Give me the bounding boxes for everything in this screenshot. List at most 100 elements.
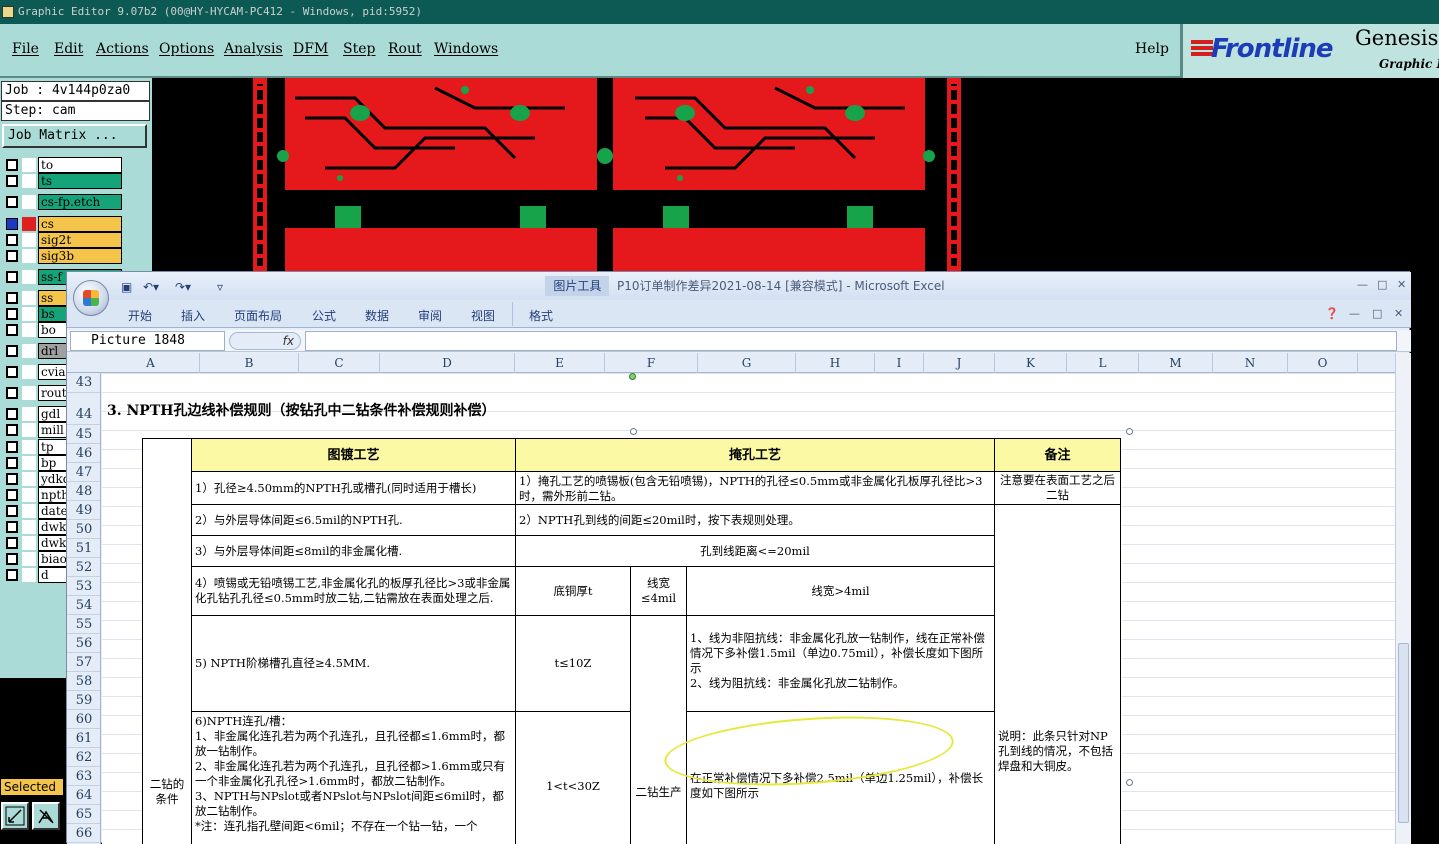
menu-file[interactable]: File xyxy=(12,41,39,57)
tab-page-layout[interactable]: 页面布局 xyxy=(234,307,282,324)
layer-checkbox[interactable] xyxy=(6,271,18,283)
ribbon-minimize-icon[interactable]: — xyxy=(1349,307,1360,320)
column-header[interactable]: N xyxy=(1213,353,1288,373)
row-header[interactable]: 62 xyxy=(67,748,100,767)
column-header[interactable]: C xyxy=(299,353,380,373)
office-button[interactable] xyxy=(73,280,109,316)
row-header[interactable]: 63 xyxy=(67,767,100,786)
layer-checkbox[interactable] xyxy=(6,441,18,453)
layer-affected-icon[interactable] xyxy=(22,568,36,582)
column-header[interactable]: D xyxy=(380,353,515,373)
column-header[interactable]: H xyxy=(796,353,875,373)
column-header[interactable]: J xyxy=(924,353,995,373)
menu-rout[interactable]: Rout xyxy=(388,41,422,57)
layer-checkbox[interactable] xyxy=(6,553,18,565)
layer-affected-icon[interactable] xyxy=(22,323,36,337)
row-header[interactable]: 44 xyxy=(67,393,100,425)
layer-checkbox[interactable] xyxy=(6,457,18,469)
column-header[interactable]: L xyxy=(1067,353,1139,373)
layer-affected-icon[interactable] xyxy=(22,440,36,454)
layer-affected-icon[interactable] xyxy=(22,423,36,437)
layer-affected-icon[interactable] xyxy=(22,344,36,358)
layer-affected-icon[interactable] xyxy=(22,195,36,209)
layer-affected-icon[interactable] xyxy=(22,365,36,379)
resize-handle-right[interactable] xyxy=(1126,779,1133,786)
layer-affected-icon[interactable] xyxy=(22,174,36,188)
row-header[interactable]: 46 xyxy=(67,444,100,463)
layer-checkbox[interactable] xyxy=(6,387,18,399)
formula-input[interactable] xyxy=(305,331,1397,351)
rotate-handle[interactable] xyxy=(629,373,636,380)
row-header[interactable]: 52 xyxy=(67,558,100,577)
step-name-field[interactable]: Step: cam xyxy=(1,101,150,121)
row-header[interactable]: 45 xyxy=(67,425,100,444)
layer-affected-icon[interactable] xyxy=(22,472,36,486)
layer-affected-icon[interactable] xyxy=(22,249,36,263)
undo-icon[interactable]: ↶▾ xyxy=(143,280,159,294)
layer-row[interactable]: cs-fp.etch xyxy=(3,194,150,210)
fx-button[interactable]: fx xyxy=(229,332,301,350)
layer-affected-icon[interactable] xyxy=(22,488,36,502)
ribbon-restore-icon[interactable]: □ xyxy=(1372,307,1382,320)
layer-row[interactable]: sig2t xyxy=(3,232,150,248)
row-header[interactable]: 51 xyxy=(67,539,100,558)
layer-checkbox[interactable] xyxy=(6,308,18,320)
layer-checkbox[interactable] xyxy=(6,292,18,304)
column-header[interactable]: K xyxy=(995,353,1067,373)
layer-checkbox[interactable] xyxy=(6,489,18,501)
layer-affected-icon[interactable] xyxy=(22,456,36,470)
resize-handle-top-right[interactable] xyxy=(1126,428,1133,435)
layer-affected-icon[interactable] xyxy=(22,158,36,172)
layer-affected-icon[interactable] xyxy=(22,233,36,247)
minimize-icon[interactable]: — xyxy=(1357,278,1368,291)
close-icon[interactable]: ✕ xyxy=(1397,278,1406,291)
layer-affected-icon[interactable] xyxy=(22,536,36,550)
menu-help[interactable]: Help xyxy=(1135,41,1169,57)
layer-affected-icon[interactable] xyxy=(22,407,36,421)
layer-name[interactable]: ts xyxy=(38,173,122,189)
menu-options[interactable]: Options xyxy=(159,41,214,57)
menu-actions[interactable]: Actions xyxy=(96,41,149,57)
layer-name[interactable]: cs xyxy=(38,216,122,232)
customize-qat-icon[interactable]: ▿ xyxy=(217,280,223,294)
pcb-canvas[interactable] xyxy=(235,78,1439,272)
row-header[interactable]: 61 xyxy=(67,729,100,748)
layer-checkbox[interactable] xyxy=(6,521,18,533)
column-header[interactable]: G xyxy=(698,353,796,373)
layer-affected-icon[interactable] xyxy=(22,504,36,518)
layer-checkbox[interactable] xyxy=(6,196,18,208)
tab-data[interactable]: 数据 xyxy=(365,307,389,324)
row-header[interactable]: 43 xyxy=(67,373,100,393)
row-header[interactable]: 47 xyxy=(67,463,100,482)
column-header[interactable]: F xyxy=(605,353,698,373)
layer-checkbox[interactable] xyxy=(6,366,18,378)
row-header[interactable]: 65 xyxy=(67,805,100,824)
layer-affected-icon[interactable] xyxy=(22,217,36,231)
menu-edit[interactable]: Edit xyxy=(54,41,83,57)
measure-tool-icon[interactable] xyxy=(32,802,60,830)
vertical-scrollbar[interactable] xyxy=(1395,353,1411,844)
job-matrix-button[interactable]: Job Matrix ... xyxy=(2,124,147,148)
row-header[interactable]: 50 xyxy=(67,520,100,539)
row-header[interactable]: 53 xyxy=(67,577,100,596)
layer-affected-icon[interactable] xyxy=(22,307,36,321)
zoom-tool-icon[interactable] xyxy=(1,802,29,830)
worksheet-grid[interactable]: 3. NPTH孔边线补偿规则（按钻孔中二钻条件补偿规则补偿） 二钻的条件 图镀工… xyxy=(102,373,1395,844)
layer-name[interactable]: sig2t xyxy=(38,232,122,248)
layer-checkbox[interactable] xyxy=(6,234,18,246)
layer-affected-icon[interactable] xyxy=(22,291,36,305)
tab-formulas[interactable]: 公式 xyxy=(312,307,336,324)
row-header[interactable]: 57 xyxy=(67,653,100,672)
column-header[interactable]: B xyxy=(200,353,299,373)
resize-handle-top[interactable] xyxy=(630,428,637,435)
layer-checkbox[interactable] xyxy=(6,324,18,336)
menu-analysis[interactable]: Analysis xyxy=(224,41,283,57)
name-box[interactable]: Picture 1848 xyxy=(70,331,225,351)
save-icon[interactable]: ▣ xyxy=(121,280,132,294)
layer-row[interactable]: sig3b xyxy=(3,248,150,264)
column-header[interactable]: A xyxy=(102,353,200,373)
layer-checkbox[interactable] xyxy=(6,473,18,485)
row-header[interactable]: 49 xyxy=(67,501,100,520)
layer-checkbox[interactable] xyxy=(6,569,18,581)
tab-home[interactable]: 开始 xyxy=(128,307,152,324)
